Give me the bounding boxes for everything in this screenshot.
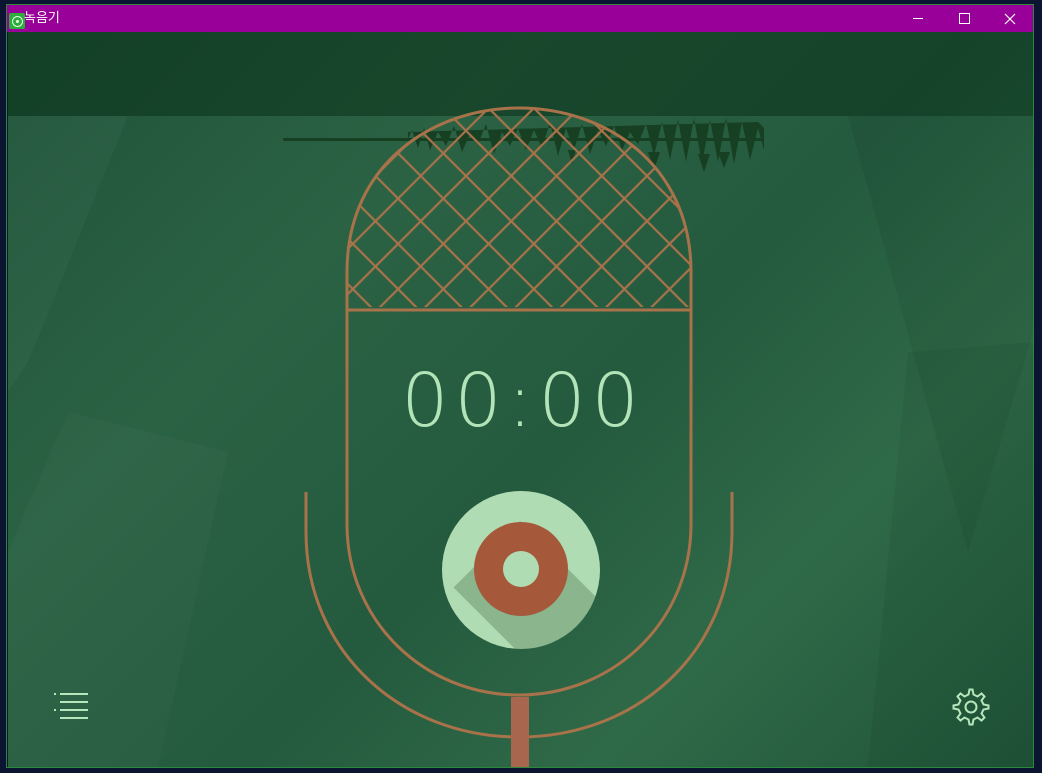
close-icon — [1004, 13, 1016, 24]
timer-digit-1: 0 — [401, 358, 455, 444]
recorder-canvas: 00:00 — [8, 32, 1033, 767]
app-window: 녹음기 0 0: 0 0 — [6, 4, 1034, 768]
timer-digit-4: 0 — [591, 358, 645, 444]
record-button[interactable] — [442, 491, 600, 649]
title-bar[interactable]: 녹음기 — [7, 5, 1033, 32]
microphone-stand — [511, 697, 529, 767]
minimize-icon — [913, 18, 923, 19]
timer-separator: : — [507, 358, 539, 444]
gear-icon — [952, 688, 990, 726]
recorder-app-icon — [9, 13, 25, 29]
maximize-button[interactable] — [941, 5, 987, 32]
minimize-button[interactable] — [895, 5, 941, 32]
settings-button[interactable] — [952, 688, 990, 726]
list-icon — [54, 693, 88, 719]
recordings-list-button[interactable] — [52, 692, 88, 722]
microphone-grille — [347, 108, 691, 312]
window-title: 녹음기 — [24, 11, 60, 26]
maximize-icon — [958, 13, 970, 24]
recording-timer: 00:00 — [398, 358, 648, 444]
close-button[interactable] — [987, 5, 1033, 32]
timer-digit-3: 0 — [538, 358, 592, 444]
timer-digit-2: 0 — [454, 358, 508, 444]
